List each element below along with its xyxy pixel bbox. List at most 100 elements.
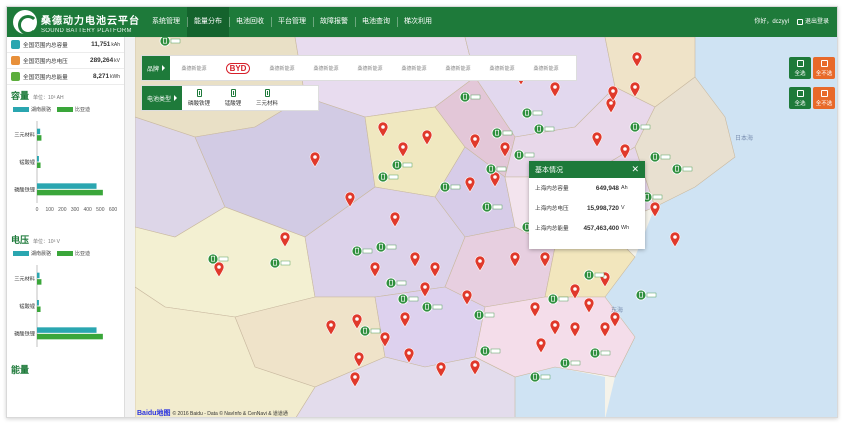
user-area: 你好，dczyyl 退出登录	[754, 7, 829, 37]
nav-battery-query[interactable]: 电池查询	[355, 7, 397, 37]
battery-icon	[264, 89, 270, 97]
popup-header: 基本情况 ✕	[529, 161, 645, 178]
voltage-title: 电压	[11, 235, 30, 245]
battery-icon	[196, 89, 202, 97]
summary-voltage-unit: kV	[114, 58, 120, 64]
x-tick-label: 600	[109, 207, 118, 213]
x-tick-label: 500	[96, 207, 105, 213]
bar-比亚迪[interactable]	[37, 279, 42, 285]
popup-row-voltage: 上海内总电压 15,998,720 V	[535, 204, 625, 213]
legend-item-2[interactable]: 比亚迪	[57, 106, 90, 113]
summary-capacity-label: 全国范围内总容量	[23, 42, 68, 49]
nav-platform[interactable]: 平台管理	[271, 7, 313, 37]
bar-比亚迪[interactable]	[37, 306, 41, 313]
logout-label: 退出登录	[804, 19, 829, 25]
brand-logo-8[interactable]: 桑德新能源	[482, 61, 522, 75]
map-footer: Baidu地图 © 2016 Baidu - Data © NavInfo & …	[137, 408, 288, 417]
x-tick-label: 300	[71, 207, 80, 213]
voltage-chart: 三元材料 锰酸锂 磷酸铁锂	[7, 261, 124, 351]
bar-比亚迪[interactable]	[37, 189, 103, 196]
uncheck-icon	[820, 89, 828, 97]
brand-logo-3[interactable]: 桑德新能源	[262, 61, 302, 75]
category-label: 三元材料	[14, 131, 35, 139]
energy-title: 能量	[11, 365, 30, 375]
battery-type-filter: 电池类型 磷酸铁锂 锰酸锂 三元材料	[141, 85, 319, 111]
close-icon[interactable]: ✕	[631, 164, 639, 175]
china-map[interactable]: 日本海 东海 品牌 桑德新能源 BYD 桑德新能源 桑德新能源 桑德新能源 桑德…	[135, 37, 837, 417]
brand-logo-5[interactable]: 桑德新能源	[350, 61, 390, 75]
summary-capacity-value: 11,751	[91, 41, 111, 48]
popup-title: 基本情况	[535, 166, 563, 174]
type-select-all-button[interactable]: 全选	[789, 87, 811, 109]
logout-icon	[796, 19, 803, 25]
brand-logo-7[interactable]: 桑德新能源	[438, 61, 478, 75]
category-label: 磷酸铁锂	[14, 185, 35, 193]
uncheck-icon	[820, 59, 828, 67]
capacity-section-title: 容量 单位：10³ AH	[7, 85, 124, 102]
map-label-east-china-sea: 东海	[611, 308, 624, 314]
main-nav: 系统管理 能量分布 电池回收 平台管理 故障报警 电池查询 梯次利用	[145, 7, 439, 37]
type-lmo[interactable]: 锰酸锂	[216, 86, 250, 110]
summary-energy-label: 全国范围内总能量	[23, 74, 68, 81]
popup-row-capacity: 上海内总容量 649,948 Ah	[535, 184, 628, 193]
capacity-bar-chart: 三元材料锰酸锂磷酸铁锂 0 100 200 300 400 500 600	[14, 121, 118, 213]
x-tick-label: 200	[58, 207, 67, 213]
brand-subtitle: SOUND BATTERY PLATFORM	[41, 28, 132, 34]
bar-比亚迪[interactable]	[37, 162, 41, 169]
brand-logo-9[interactable]: 桑德新能源	[526, 61, 566, 75]
brand-logo-4[interactable]: 桑德新能源	[306, 61, 346, 75]
type-filter-label: 电池类型	[142, 86, 183, 110]
capacity-title: 容量	[11, 91, 30, 101]
logo-icon	[13, 10, 38, 35]
category-label: 三元材料	[14, 275, 35, 283]
greeting: 你好，dczyyl	[754, 19, 789, 25]
summary-voltage: 全国范围内总电压 289,264kV	[7, 53, 124, 69]
summary-energy-value: 8,271	[93, 73, 109, 80]
x-tick-label: 0	[36, 207, 39, 213]
voltage-legend: 湖南晨骆 比亚迪	[7, 246, 124, 261]
summary-capacity-unit: kAh	[111, 42, 120, 48]
bar-湖南晨骆[interactable]	[37, 183, 97, 189]
brand-select-all-button[interactable]: 全选	[789, 57, 811, 79]
logout-button[interactable]: 退出登录	[796, 7, 829, 37]
bar-湖南晨骆[interactable]	[37, 327, 97, 333]
bar-湖南晨骆[interactable]	[37, 156, 39, 162]
legend-item-1[interactable]: 湖南晨骆	[13, 250, 51, 257]
top-navbar: 桑德动力电池云平台 SOUND BATTERY PLATFORM 系统管理 能量…	[7, 7, 837, 37]
brand-select-none-button[interactable]: 全不选	[813, 57, 835, 79]
category-label: 锰酸锂	[19, 302, 35, 310]
baidu-logo: Baidu地图	[137, 410, 171, 417]
voltage-unit: 单位：10³ V	[33, 239, 60, 245]
summary-voltage-value: 289,264	[90, 57, 114, 64]
nav-fault-alarm[interactable]: 故障报警	[313, 7, 355, 37]
brand-logo-byd[interactable]: BYD	[218, 61, 258, 75]
brand-logo-6[interactable]: 桑德新能源	[394, 61, 434, 75]
nav-cascade-use[interactable]: 梯次利用	[397, 7, 439, 37]
nav-system[interactable]: 系统管理	[145, 7, 187, 37]
legend-item-2[interactable]: 比亚迪	[57, 250, 90, 257]
check-icon	[796, 89, 804, 97]
stats-panel: 全国范围内总容量 11,751kAh 全国范围内总电压 289,264kV 全国…	[7, 37, 125, 417]
bar-湖南晨骆[interactable]	[37, 272, 40, 279]
summary-voltage-label: 全国范围内总电压	[23, 58, 68, 65]
nav-energy-distribution[interactable]: 能量分布	[187, 7, 229, 37]
x-tick-label: 400	[83, 207, 92, 213]
brand-logo-1[interactable]: 桑德新能源	[174, 61, 214, 75]
capacity-legend: 湖南晨骆 比亚迪	[7, 102, 124, 117]
bar-比亚迪[interactable]	[37, 333, 103, 340]
info-popup: 基本情况 ✕ 上海内总容量 649,948 Ah 上海内总电压 15,998,7…	[529, 161, 645, 249]
nav-battery-recycle[interactable]: 电池回收	[229, 7, 271, 37]
brand-filter: 品牌 桑德新能源 BYD 桑德新能源 桑德新能源 桑德新能源 桑德新能源 桑德新…	[141, 55, 577, 81]
voltage-bar-chart: 三元材料锰酸锂磷酸铁锂	[14, 265, 103, 347]
x-tick-label: 100	[45, 207, 54, 213]
bar-比亚迪[interactable]	[37, 135, 42, 141]
type-select-none-button[interactable]: 全不选	[813, 87, 835, 109]
legend-item-1[interactable]: 湖南晨骆	[13, 106, 51, 113]
app-window: 桑德动力电池云平台 SOUND BATTERY PLATFORM 系统管理 能量…	[6, 6, 838, 418]
voltage-section-title: 电压 单位：10³ V	[7, 229, 124, 246]
type-ncm[interactable]: 三元材料	[250, 86, 284, 110]
bar-湖南晨骆[interactable]	[37, 128, 41, 135]
summary-capacity: 全国范围内总容量 11,751kAh	[7, 37, 124, 53]
bar-湖南晨骆[interactable]	[37, 300, 39, 306]
type-lfp[interactable]: 磷酸铁锂	[182, 86, 216, 110]
